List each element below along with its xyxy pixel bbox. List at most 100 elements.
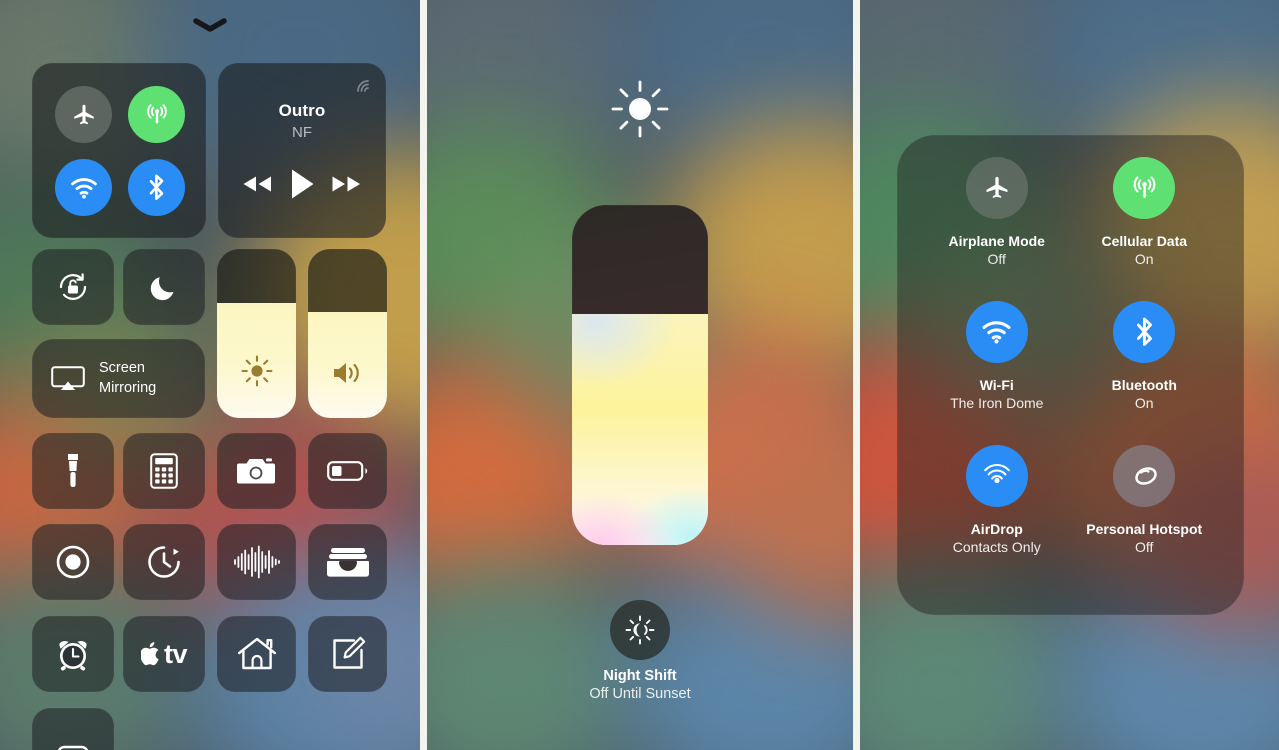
rewind-button[interactable]: [240, 174, 274, 194]
fast-forward-icon: [332, 176, 361, 192]
screen-mirroring-icon: [51, 365, 85, 390]
notes-button[interactable]: [308, 616, 387, 692]
cellular-icon[interactable]: [1113, 157, 1176, 219]
panel-expanded-connectivity: Airplane Mode Off Cellular Data On Wi-Fi The …: [860, 0, 1279, 750]
connectivity-item-value: The Iron Dome: [950, 394, 1044, 411]
low-power-mode-toggle[interactable]: [308, 433, 387, 509]
apple-tv-remote-button[interactable]: tv: [123, 616, 205, 692]
waveform-icon: [233, 545, 280, 579]
connectivity-module[interactable]: [32, 63, 206, 238]
now-playing-module[interactable]: Outro NF: [218, 63, 386, 238]
apple-tv-label: tv: [163, 638, 188, 669]
bluetooth-icon: [149, 174, 164, 200]
connectivity-item-label: Wi-Fi: [979, 377, 1014, 393]
rewind-icon: [243, 176, 271, 192]
camera-icon: [236, 458, 275, 484]
screen-mirroring-line-2: Mirroring: [99, 379, 157, 396]
connectivity-item-value: Off: [1135, 538, 1154, 555]
panel-divider-2: [853, 0, 860, 750]
wifi-icon: [70, 177, 97, 198]
connectivity-item-value: On: [1134, 250, 1154, 267]
screen-mirroring-button[interactable]: Screen Mirroring: [32, 339, 205, 418]
home-icon: [237, 637, 276, 670]
wallet-button[interactable]: [308, 524, 387, 600]
wallet-icon: [326, 548, 369, 577]
camera-button[interactable]: [217, 433, 296, 509]
do-not-disturb-toggle[interactable]: [123, 249, 205, 325]
chevron-down-grabber[interactable]: [193, 18, 227, 32]
calculator-button[interactable]: [123, 433, 205, 509]
volume-icon: [308, 358, 387, 388]
connectivity-item-label: Bluetooth: [1111, 377, 1177, 393]
panel-control-center: Outro NF Screen Mirroring tv: [0, 0, 420, 750]
night-shift-toggle[interactable]: [610, 600, 670, 660]
bluetooth-icon[interactable]: [1113, 301, 1176, 363]
now-playing-title: Outro: [278, 101, 326, 120]
car-mode-button[interactable]: [32, 708, 114, 750]
personal-hotspot-icon[interactable]: [1113, 445, 1176, 507]
brightness-slider-expanded[interactable]: [572, 205, 708, 545]
connectivity-item-wi-fi[interactable]: Wi-Fi The Iron Dome: [923, 301, 1071, 445]
control-center-screenshot: Outro NF Screen Mirroring tv Night Shift…: [0, 0, 1279, 750]
car-icon: [57, 745, 89, 750]
flashlight-toggle[interactable]: [32, 433, 114, 509]
connectivity-item-personal-hotspot[interactable]: Personal Hotspot Off: [1071, 445, 1219, 589]
connectivity-item-label: AirDrop: [970, 521, 1023, 537]
panel-divider-1: [420, 0, 427, 750]
rotation-lock-icon: [59, 273, 87, 300]
moon-icon: [150, 277, 174, 301]
connectivity-item-airplane-mode[interactable]: Airplane Mode Off: [923, 157, 1071, 301]
brightness-slider-expanded-fill: [572, 313, 708, 545]
cellular-icon: [146, 103, 167, 124]
airplay-audio-icon[interactable]: [354, 72, 376, 94]
now-playing-artist: NF: [292, 124, 312, 141]
bluetooth-toggle[interactable]: [128, 159, 185, 216]
sun-icon: [609, 78, 671, 145]
connectivity-item-label: Personal Hotspot: [1086, 521, 1203, 537]
connectivity-grid: Airplane Mode Off Cellular Data On Wi-Fi The …: [897, 135, 1244, 615]
connectivity-item-cellular-data[interactable]: Cellular Data On: [1071, 157, 1219, 301]
calculator-icon: [150, 453, 178, 489]
screen-mirroring-label: Screen Mirroring: [99, 359, 156, 398]
fast-forward-button[interactable]: [330, 174, 364, 194]
brightness-icon: [217, 354, 296, 388]
connectivity-item-value: On: [1134, 394, 1154, 411]
screen-mirroring-line-1: Screen: [99, 359, 145, 376]
voice-memos-button[interactable]: [217, 524, 296, 600]
connectivity-item-label: Cellular Data: [1101, 233, 1188, 249]
connectivity-item-label: Airplane Mode: [948, 233, 1045, 249]
wifi-icon[interactable]: [965, 301, 1028, 363]
wifi-toggle[interactable]: [55, 159, 112, 216]
brightness-slider[interactable]: [217, 249, 296, 418]
connectivity-card-expanded[interactable]: Airplane Mode Off Cellular Data On Wi-Fi The …: [897, 135, 1244, 615]
airplane-mode-toggle[interactable]: [55, 86, 112, 143]
notes-icon: [332, 636, 365, 669]
record-icon: [56, 545, 90, 579]
flashlight-icon: [68, 454, 78, 487]
alarm-clock-icon: [59, 641, 87, 671]
timer-icon: [148, 546, 180, 578]
connectivity-item-airdrop[interactable]: AirDrop Contacts Only: [923, 445, 1071, 589]
play-icon: [291, 169, 314, 199]
connectivity-item-value: Off: [987, 250, 1006, 267]
alarm-button[interactable]: [32, 616, 114, 692]
panel-expanded-brightness: Night Shift Off Until Sunset: [427, 0, 853, 750]
cellular-data-toggle[interactable]: [128, 86, 185, 143]
timer-button[interactable]: [123, 524, 205, 600]
apple-tv-icon: tv: [140, 638, 188, 670]
play-button[interactable]: [289, 168, 315, 200]
airdrop-icon[interactable]: [965, 445, 1028, 507]
connectivity-item-bluetooth[interactable]: Bluetooth On: [1071, 301, 1219, 445]
home-button[interactable]: [217, 616, 296, 692]
battery-icon: [326, 461, 367, 481]
volume-slider[interactable]: [308, 249, 387, 418]
night-shift-value: Off Until Sunset: [589, 686, 691, 702]
rotation-lock-toggle[interactable]: [32, 249, 114, 325]
airplane-icon[interactable]: [965, 157, 1028, 219]
screen-recording-toggle[interactable]: [32, 524, 114, 600]
now-playing-controls: [218, 168, 386, 200]
night-shift-icon: [625, 615, 655, 645]
night-shift-label: Night Shift: [603, 668, 677, 684]
connectivity-item-value: Contacts Only: [952, 538, 1041, 555]
airplane-icon: [73, 104, 94, 124]
